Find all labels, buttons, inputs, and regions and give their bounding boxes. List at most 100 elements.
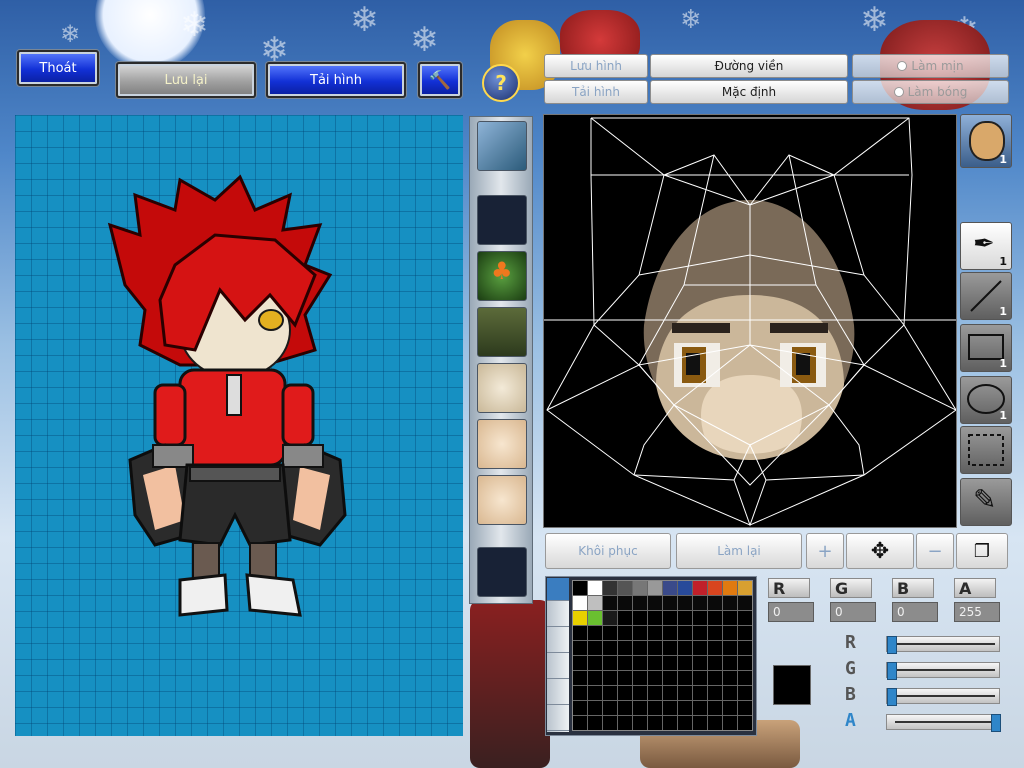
palette-color-cell[interactable] bbox=[573, 686, 587, 700]
palette-color-cell[interactable] bbox=[723, 596, 737, 610]
palette-color-cell[interactable] bbox=[633, 596, 647, 610]
palette-color-cell[interactable] bbox=[723, 716, 737, 730]
palette-color-cell[interactable] bbox=[648, 596, 662, 610]
hammer-tool-button[interactable]: 🔨 bbox=[418, 62, 462, 98]
palette-color-cell[interactable] bbox=[603, 671, 617, 685]
thumbnail-tree[interactable]: ♣ bbox=[477, 251, 527, 301]
palette-color-cell[interactable] bbox=[723, 641, 737, 655]
shading-button[interactable]: Làm bóng bbox=[852, 80, 1009, 104]
palette-color-cell[interactable] bbox=[663, 581, 677, 595]
palette-color-cell[interactable] bbox=[663, 596, 677, 610]
palette-tab[interactable] bbox=[547, 604, 569, 627]
palette-color-cell[interactable] bbox=[588, 686, 602, 700]
palette-color-cell[interactable] bbox=[678, 656, 692, 670]
face-preset-button[interactable]: 1 bbox=[960, 114, 1012, 168]
palette-color-cell[interactable] bbox=[633, 626, 647, 640]
palette-color-cell[interactable] bbox=[693, 686, 707, 700]
palette-color-cell[interactable] bbox=[573, 626, 587, 640]
palette-color-cell[interactable] bbox=[723, 626, 737, 640]
thumbnail-body[interactable] bbox=[477, 307, 527, 357]
palette-color-cell[interactable] bbox=[618, 611, 632, 625]
palette-color-cell[interactable] bbox=[708, 581, 722, 595]
thumbnail-eyes[interactable] bbox=[477, 363, 527, 413]
thumbnail-nose[interactable] bbox=[477, 419, 527, 469]
thumbnail-empty[interactable] bbox=[477, 195, 527, 245]
layer-button[interactable]: ❐ bbox=[956, 533, 1008, 569]
green-slider[interactable] bbox=[886, 662, 1000, 680]
palette-color-cell[interactable] bbox=[618, 626, 632, 640]
palette-color-cell[interactable] bbox=[678, 611, 692, 625]
palette-color-cell[interactable] bbox=[663, 686, 677, 700]
palette-color-cell[interactable] bbox=[693, 671, 707, 685]
red-slider[interactable] bbox=[886, 636, 1000, 654]
palette-color-cell[interactable] bbox=[588, 641, 602, 655]
palette-color-cell[interactable] bbox=[723, 701, 737, 715]
palette-color-cell[interactable] bbox=[738, 626, 752, 640]
palette-color-cell[interactable] bbox=[708, 716, 722, 730]
palette-color-cell[interactable] bbox=[708, 656, 722, 670]
move-button[interactable]: ✥ bbox=[846, 533, 914, 569]
smooth-button[interactable]: Làm mịn bbox=[852, 54, 1009, 78]
alpha-value-field[interactable]: 255 bbox=[954, 602, 1000, 622]
palette-color-cell[interactable] bbox=[663, 641, 677, 655]
palette-color-cell[interactable] bbox=[633, 701, 647, 715]
ellipse-tool-button[interactable]: 1 bbox=[960, 376, 1012, 424]
palette-color-cell[interactable] bbox=[693, 641, 707, 655]
palette-color-cell[interactable] bbox=[663, 656, 677, 670]
palette-color-cell[interactable] bbox=[633, 611, 647, 625]
green-value-field[interactable]: 0 bbox=[830, 602, 876, 622]
palette-color-cell[interactable] bbox=[588, 716, 602, 730]
alpha-slider[interactable] bbox=[886, 714, 1001, 732]
line-tool-button[interactable]: 1 bbox=[960, 272, 1012, 320]
palette-color-cell[interactable] bbox=[738, 686, 752, 700]
load-image-button[interactable]: Tải hình bbox=[544, 80, 648, 104]
face-editor-canvas[interactable] bbox=[543, 114, 957, 528]
palette-color-cell[interactable] bbox=[648, 626, 662, 640]
palette-color-cell[interactable] bbox=[573, 581, 587, 595]
palette-color-cell[interactable] bbox=[678, 671, 692, 685]
palette-color-cell[interactable] bbox=[603, 701, 617, 715]
palette-color-cell[interactable] bbox=[618, 596, 632, 610]
palette-color-cell[interactable] bbox=[573, 716, 587, 730]
palette-color-cell[interactable] bbox=[573, 596, 587, 610]
palette-color-cell[interactable] bbox=[678, 701, 692, 715]
palette-color-cell[interactable] bbox=[573, 656, 587, 670]
palette-color-cell[interactable] bbox=[588, 626, 602, 640]
palette-color-cell[interactable] bbox=[738, 671, 752, 685]
palette-tab[interactable] bbox=[547, 682, 569, 705]
palette-color-cell[interactable] bbox=[723, 581, 737, 595]
palette-color-cell[interactable] bbox=[633, 686, 647, 700]
palette-color-cell[interactable] bbox=[618, 641, 632, 655]
palette-tab[interactable] bbox=[547, 578, 569, 601]
palette-color-cell[interactable] bbox=[648, 656, 662, 670]
zoom-in-button[interactable]: + bbox=[806, 533, 844, 569]
reload-image-button[interactable]: Tải hình bbox=[266, 62, 406, 98]
rectangle-tool-button[interactable]: 1 bbox=[960, 324, 1012, 372]
thumbnail-empty[interactable] bbox=[477, 547, 527, 597]
palette-color-cell[interactable] bbox=[633, 581, 647, 595]
palette-color-cell[interactable] bbox=[678, 641, 692, 655]
save-button[interactable]: Lưu lại bbox=[116, 62, 256, 98]
palette-color-cell[interactable] bbox=[678, 581, 692, 595]
palette-color-cell[interactable] bbox=[693, 611, 707, 625]
palette-color-cell[interactable] bbox=[603, 626, 617, 640]
palette-color-cell[interactable] bbox=[738, 716, 752, 730]
palette-color-cell[interactable] bbox=[648, 671, 662, 685]
palette-color-cell[interactable] bbox=[738, 596, 752, 610]
palette-color-cell[interactable] bbox=[723, 656, 737, 670]
help-button[interactable]: ? bbox=[482, 64, 520, 102]
selection-tool-button[interactable] bbox=[960, 426, 1012, 474]
palette-color-cell[interactable] bbox=[648, 686, 662, 700]
palette-color-cell[interactable] bbox=[603, 596, 617, 610]
palette-color-cell[interactable] bbox=[738, 581, 752, 595]
palette-color-cell[interactable] bbox=[603, 686, 617, 700]
palette-color-cell[interactable] bbox=[588, 596, 602, 610]
palette-color-cell[interactable] bbox=[648, 581, 662, 595]
palette-color-cell[interactable] bbox=[678, 596, 692, 610]
exit-button[interactable]: Thoát bbox=[17, 50, 99, 86]
palette-color-cell[interactable] bbox=[618, 671, 632, 685]
palette-tab[interactable] bbox=[547, 708, 569, 731]
palette-color-cell[interactable] bbox=[648, 611, 662, 625]
palette-color-cell[interactable] bbox=[618, 686, 632, 700]
default-button[interactable]: Mặc định bbox=[650, 80, 848, 104]
